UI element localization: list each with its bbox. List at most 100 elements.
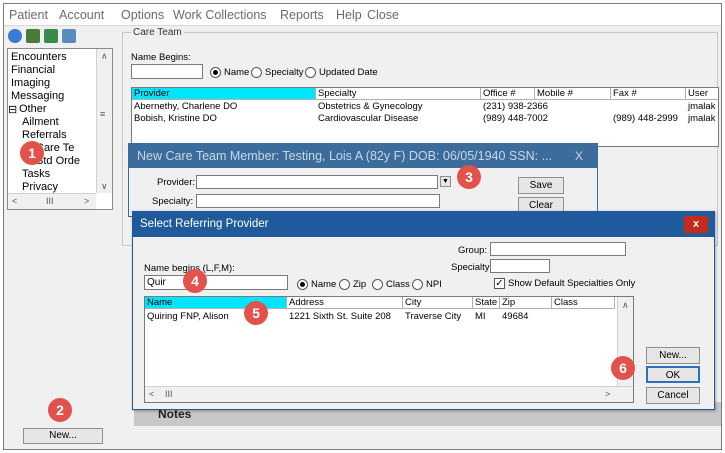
tree-collapse-icon[interactable]: ⊟ xyxy=(8,103,17,116)
select-referring-provider-dialog: Select Referring Provider x Group: Speci… xyxy=(132,211,715,410)
cell-class xyxy=(552,311,615,323)
ok-button[interactable]: OK xyxy=(646,366,700,383)
cell-fax: (989) 448-2999 xyxy=(613,113,678,124)
filter-specialty-radio[interactable] xyxy=(251,67,262,78)
tree-item-referrals[interactable]: Referrals xyxy=(22,129,67,141)
menu-patient[interactable]: Patient xyxy=(9,8,48,22)
col-fax[interactable]: Fax # xyxy=(611,88,686,100)
provider-results-table: Name Address City State Zip Class Quirin… xyxy=(144,296,634,403)
col-zip[interactable]: Zip xyxy=(500,297,552,309)
col-state[interactable]: State xyxy=(473,297,500,309)
user-icon[interactable] xyxy=(62,29,76,43)
tree-item-privacy[interactable]: Privacy xyxy=(22,181,58,193)
filter-name-label: Name xyxy=(224,67,250,78)
group-field[interactable] xyxy=(490,242,626,256)
scroll-up-icon[interactable]: ∧ xyxy=(622,300,629,311)
provider-dropdown-button[interactable]: ▼ xyxy=(440,176,451,187)
search-icon[interactable] xyxy=(8,29,22,43)
scroll-right-icon[interactable]: > xyxy=(84,196,89,206)
close-icon[interactable]: X xyxy=(575,149,583,163)
cell-address: 1221 Sixth St. Suite 208 xyxy=(289,311,391,322)
provider-label: Provider: xyxy=(157,177,196,188)
search-by-zip-radio[interactable] xyxy=(339,279,350,290)
tree-item-imaging[interactable]: Imaging xyxy=(11,77,50,89)
show-default-specialties-checkbox[interactable]: ✓ xyxy=(494,278,505,289)
tree-item-financial[interactable]: Financial xyxy=(11,64,55,76)
close-icon[interactable]: x xyxy=(684,216,708,233)
tree-item-tasks[interactable]: Tasks xyxy=(22,168,50,180)
menu-reports[interactable]: Reports xyxy=(280,8,324,22)
col-specialty[interactable]: Specialty xyxy=(316,88,481,100)
search-by-name-radio[interactable] xyxy=(297,279,308,290)
scroll-up-icon[interactable]: ∧ xyxy=(101,51,108,62)
tree-vertical-scrollbar[interactable]: ∧ ≡ ∨ xyxy=(96,49,112,193)
search-by-npi-radio[interactable] xyxy=(412,279,423,290)
cell-zip: 49684 xyxy=(502,311,529,322)
cell-user: jmalak xyxy=(688,113,716,124)
step-badge-4: 4 xyxy=(183,269,207,293)
step-badge-2: 2 xyxy=(48,398,72,422)
chart-icon[interactable] xyxy=(44,29,58,43)
scroll-left-icon[interactable]: < xyxy=(12,196,17,206)
menu-options[interactable]: Options xyxy=(121,8,164,22)
search-by-zip-label: Zip xyxy=(353,279,367,290)
specialty-label: Specialty: xyxy=(152,196,194,207)
col-office[interactable]: Office # xyxy=(481,88,535,100)
grid-icon[interactable] xyxy=(26,29,40,43)
col-city[interactable]: City xyxy=(403,297,473,309)
scroll-grip-icon[interactable]: III xyxy=(46,196,54,206)
scroll-down-icon[interactable]: ∨ xyxy=(101,181,108,192)
new-care-team-member-dialog: New Care Team Member: Testing, Lois A (8… xyxy=(128,143,598,217)
name-begins-field[interactable]: Quir xyxy=(144,275,288,290)
specialty-label: Specialty: xyxy=(451,262,493,273)
tree-item-ailment[interactable]: Ailment xyxy=(22,116,59,128)
navigation-tree[interactable]: Encounters Financial Imaging Messaging ⊟… xyxy=(7,48,113,210)
scroll-left-icon[interactable]: < xyxy=(149,389,154,399)
dialog-title-bar: Select Referring Provider x xyxy=(133,212,714,237)
new-provider-button[interactable]: New... xyxy=(646,347,700,364)
filter-specialty-label: Specialty xyxy=(265,67,304,78)
col-provider[interactable]: Provider xyxy=(132,88,316,100)
provider-field[interactable] xyxy=(196,175,438,189)
scroll-grip-icon[interactable]: ≡ xyxy=(100,109,105,119)
menu-close[interactable]: Close xyxy=(367,8,399,22)
cell-fax xyxy=(611,101,686,113)
specialty-field[interactable] xyxy=(196,194,440,208)
name-begins-field[interactable] xyxy=(131,64,203,79)
save-button[interactable]: Save xyxy=(518,177,564,194)
col-address[interactable]: Address xyxy=(287,297,403,309)
cell-specialty: Obstetrics & Gynecology xyxy=(318,101,423,112)
scroll-right-icon[interactable]: > xyxy=(605,389,610,399)
menu-bar: Patient Account Options Work Collections… xyxy=(4,4,721,26)
step-badge-1: 1 xyxy=(20,141,44,165)
filter-updated-date-radio[interactable] xyxy=(305,67,316,78)
new-care-team-button[interactable]: New... xyxy=(23,428,103,444)
group-label: Group: xyxy=(458,245,488,256)
cell-provider: Abernethy, Charlene DO xyxy=(134,101,238,112)
search-by-class-radio[interactable] xyxy=(372,279,383,290)
tree-item-messaging[interactable]: Messaging xyxy=(11,90,64,102)
col-class[interactable]: Class xyxy=(552,297,615,309)
dialog-title: New Care Team Member: Testing, Lois A (8… xyxy=(137,149,553,163)
care-team-table: Provider Specialty Office # Mobile # Fax… xyxy=(131,87,719,147)
care-team-group-title: Care Team xyxy=(131,27,184,38)
filter-name-radio[interactable] xyxy=(210,67,221,78)
results-horizontal-scrollbar[interactable]: < III > xyxy=(145,386,633,402)
name-begins-label: Name Begins: xyxy=(131,52,191,63)
col-user[interactable]: User xyxy=(686,88,718,100)
cell-user: jmalak xyxy=(688,101,716,112)
app-window: Patient Account Options Work Collections… xyxy=(3,3,722,450)
menu-work-collections[interactable]: Work Collections xyxy=(173,8,267,22)
tree-item-other[interactable]: Other xyxy=(19,103,47,115)
cell-city: Traverse City xyxy=(405,311,462,322)
tree-item-encounters[interactable]: Encounters xyxy=(11,51,67,63)
show-default-specialties-label: Show Default Specialties Only xyxy=(508,278,636,289)
menu-account[interactable]: Account xyxy=(59,8,104,22)
specialty-field[interactable] xyxy=(490,259,550,273)
cancel-button[interactable]: Cancel xyxy=(646,387,700,404)
scroll-grip-icon[interactable]: III xyxy=(165,389,173,399)
menu-help[interactable]: Help xyxy=(336,8,362,22)
tree-horizontal-scrollbar[interactable]: < III > xyxy=(8,193,96,209)
col-mobile[interactable]: Mobile # xyxy=(535,88,611,100)
cell-mobile xyxy=(535,101,611,113)
